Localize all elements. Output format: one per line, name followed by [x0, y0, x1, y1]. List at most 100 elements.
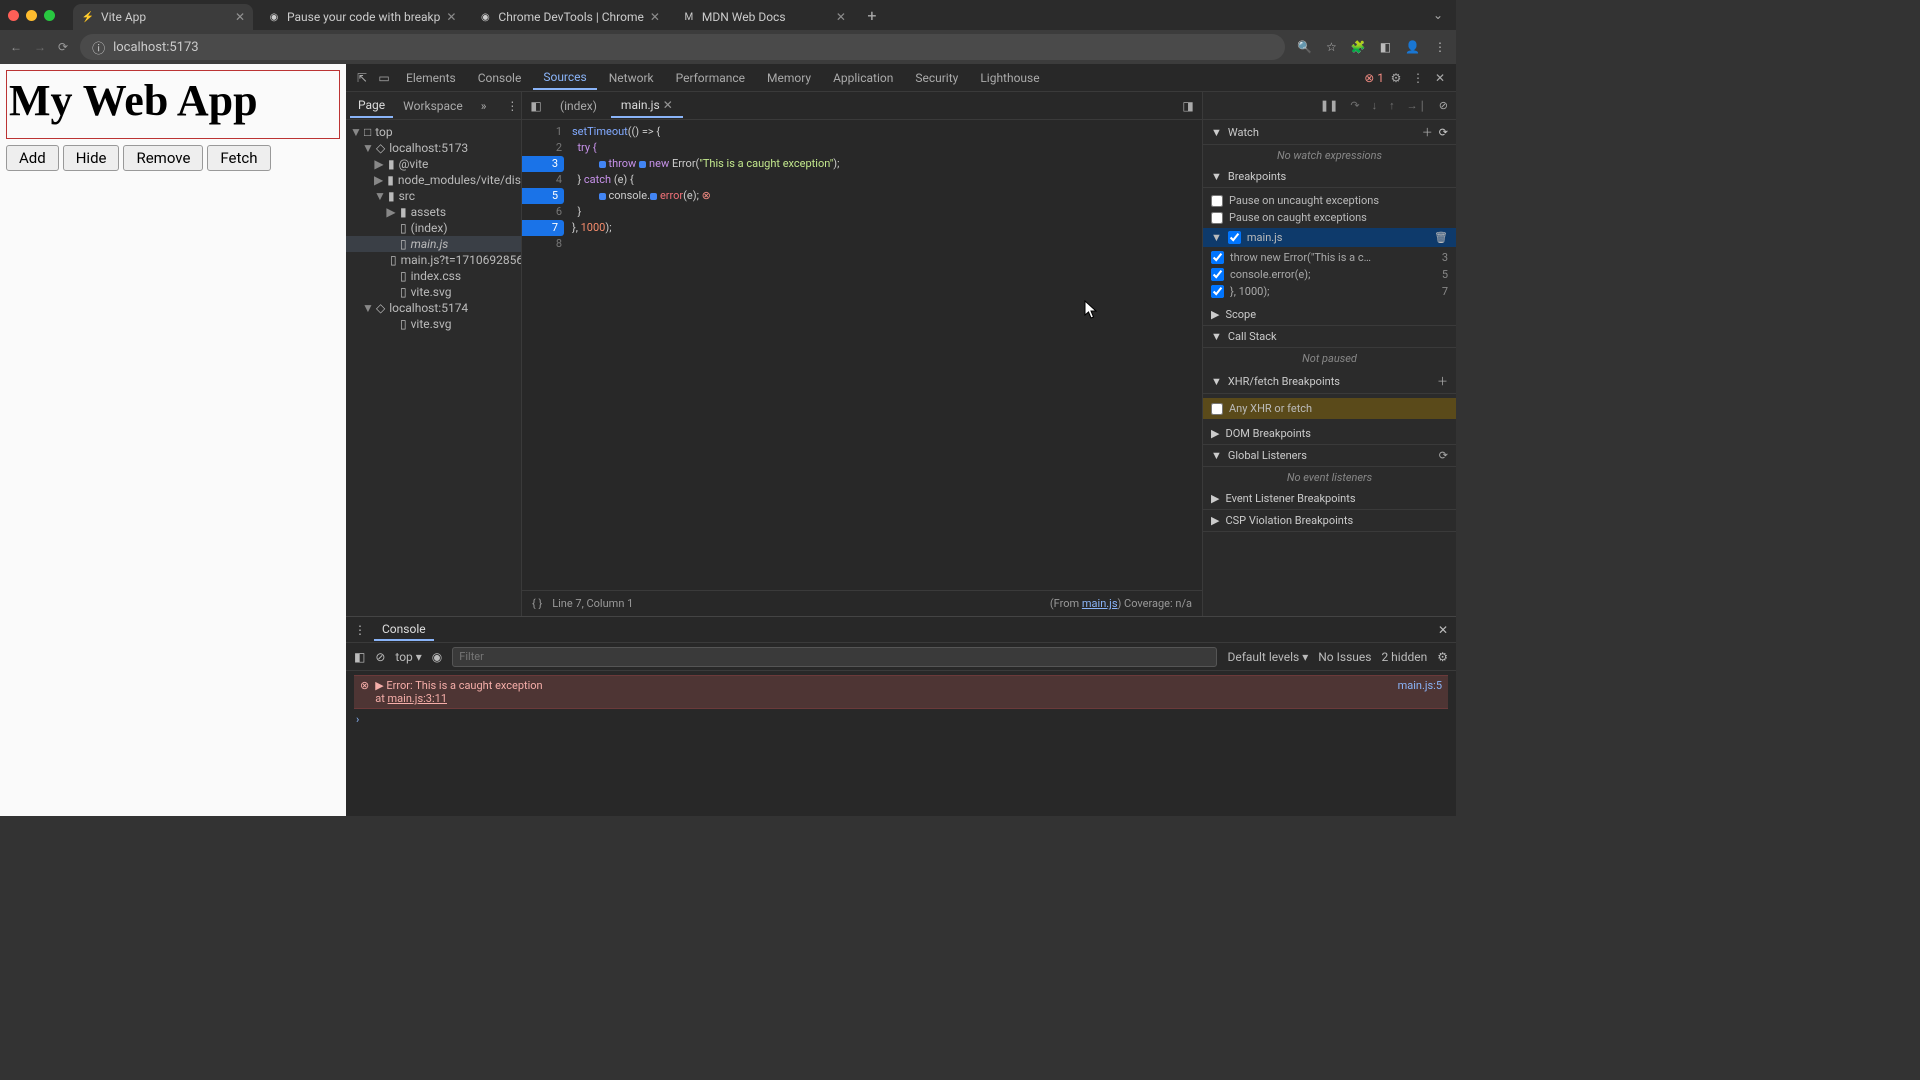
editor-tab-index[interactable]: (index): [550, 95, 607, 117]
error-badge[interactable]: ⊗ 1: [1364, 71, 1384, 85]
back-button[interactable]: ←: [10, 40, 22, 54]
tab-console[interactable]: Console: [468, 67, 532, 89]
console-filter-input[interactable]: [452, 647, 1217, 667]
zoom-icon[interactable]: 🔍: [1297, 40, 1312, 54]
callstack-section-header[interactable]: ▼ Call Stack: [1203, 326, 1456, 348]
tree-row[interactable]: ▯vite.svg: [346, 284, 521, 300]
tab-network[interactable]: Network: [599, 67, 664, 89]
breakpoint-item[interactable]: throw new Error("This is a c…3: [1211, 249, 1448, 266]
pause-caught-checkbox[interactable]: Pause on caught exceptions: [1211, 209, 1448, 226]
step-over-icon[interactable]: ↷: [1350, 99, 1359, 112]
reload-button[interactable]: ⟳: [58, 40, 68, 54]
pause-button[interactable]: ❚❚: [1320, 99, 1338, 112]
site-info-icon[interactable]: ⓘ: [92, 38, 105, 57]
drawer-tab-console[interactable]: Console: [374, 619, 434, 641]
fetch-button[interactable]: Fetch: [207, 145, 270, 171]
add-xhr-icon[interactable]: ＋: [1437, 373, 1448, 389]
nav-tab-page[interactable]: Page: [350, 94, 393, 118]
refresh-icon[interactable]: ⟳: [1439, 126, 1448, 139]
csp-bp-header[interactable]: ▶ CSP Violation Breakpoints: [1203, 510, 1456, 532]
nav-more-icon[interactable]: »: [473, 95, 495, 117]
nav-tab-workspace[interactable]: Workspace: [395, 95, 471, 117]
log-levels-selector[interactable]: Default levels ▾: [1227, 650, 1308, 664]
hide-button[interactable]: Hide: [63, 145, 120, 171]
tab-vite-app[interactable]: ⚡ Vite App ✕: [73, 4, 253, 30]
line-gutter[interactable]: 12345678: [522, 120, 568, 590]
close-devtools-icon[interactable]: ✕: [1430, 71, 1450, 85]
device-toolbar-icon[interactable]: ▭: [374, 71, 394, 85]
tree-row[interactable]: ▯main.js: [346, 236, 521, 252]
new-tab-button[interactable]: +: [860, 3, 884, 27]
close-tab-icon[interactable]: ✕: [235, 10, 245, 24]
tab-sources[interactable]: Sources: [533, 66, 596, 90]
tab-lighthouse[interactable]: Lighthouse: [970, 67, 1049, 89]
delete-icon[interactable]: 🗑: [1434, 231, 1448, 244]
tab-mdn[interactable]: M MDN Web Docs ✕: [674, 4, 854, 30]
deactivate-breakpoints-icon[interactable]: ⊘: [1439, 99, 1448, 112]
clear-console-icon[interactable]: ⊘: [375, 650, 385, 664]
editor-tab-mainjs[interactable]: main.js ✕: [611, 94, 683, 118]
breakpoints-section-header[interactable]: ▼ Breakpoints: [1203, 166, 1456, 188]
chevron-down-icon[interactable]: ⌄: [1428, 8, 1448, 22]
console-error-row[interactable]: ⊗ ▶ Error: This is a caught exception at…: [354, 675, 1448, 709]
breakpoint-item[interactable]: console.error(e);5: [1211, 266, 1448, 283]
add-watch-icon[interactable]: ＋: [1422, 124, 1433, 140]
breakpoint-file-row[interactable]: ▼ main.js🗑: [1203, 228, 1456, 247]
extensions-icon[interactable]: 🧩: [1351, 40, 1366, 54]
maximize-window-icon[interactable]: [44, 10, 55, 21]
step-into-icon[interactable]: ↓: [1372, 99, 1378, 112]
stack-link[interactable]: main.js:3:11: [388, 692, 447, 705]
bookmark-icon[interactable]: ☆: [1326, 40, 1337, 54]
step-icon[interactable]: →❘: [1407, 99, 1427, 112]
console-settings-icon[interactable]: ⚙: [1437, 650, 1448, 664]
tab-performance[interactable]: Performance: [666, 67, 755, 89]
console-prompt[interactable]: ›: [354, 709, 1448, 730]
tab-security[interactable]: Security: [905, 67, 968, 89]
toggle-sidebar-icon[interactable]: ◨: [1178, 99, 1198, 113]
sidebar-toggle-icon[interactable]: ◧: [354, 650, 365, 664]
tab-chrome-devtools[interactable]: ◉ Chrome DevTools | Chrome ✕: [470, 4, 667, 30]
side-panel-icon[interactable]: ◧: [1380, 40, 1391, 54]
watch-section-header[interactable]: ▼ Watch＋⟳: [1203, 120, 1456, 145]
tree-row[interactable]: ▼◇localhost:5173: [346, 140, 521, 156]
forward-button[interactable]: →: [34, 40, 46, 54]
menu-icon[interactable]: ⋮: [1434, 40, 1446, 54]
tab-application[interactable]: Application: [823, 67, 903, 89]
tree-row[interactable]: ▶▮assets: [346, 204, 521, 220]
context-selector[interactable]: top ▾: [395, 650, 421, 664]
global-listeners-header[interactable]: ▼ Global Listeners⟳: [1203, 445, 1456, 467]
any-xhr-checkbox[interactable]: Any XHR or fetch: [1203, 398, 1456, 419]
nav-menu-icon[interactable]: ⋮: [498, 95, 522, 117]
source-link[interactable]: main.js: [1082, 597, 1118, 610]
tree-row[interactable]: ▶▮node_modules/vite/dis: [346, 172, 521, 188]
pause-uncaught-checkbox[interactable]: Pause on uncaught exceptions: [1211, 192, 1448, 209]
tree-row[interactable]: ▯(index): [346, 220, 521, 236]
tab-pause-code[interactable]: ◉ Pause your code with breakp ✕: [259, 4, 464, 30]
tree-row[interactable]: ▯index.css: [346, 268, 521, 284]
settings-icon[interactable]: ⚙: [1386, 71, 1406, 85]
close-tab-icon[interactable]: ✕: [663, 98, 673, 112]
scope-section-header[interactable]: ▶ Scope: [1203, 304, 1456, 326]
toggle-navigator-icon[interactable]: ◧: [526, 99, 546, 113]
step-out-icon[interactable]: ↑: [1389, 99, 1395, 112]
close-tab-icon[interactable]: ✕: [650, 10, 660, 24]
live-expression-icon[interactable]: ◉: [432, 650, 442, 664]
more-icon[interactable]: ⋮: [1408, 71, 1428, 85]
format-icon[interactable]: { }: [532, 597, 542, 610]
refresh-icon[interactable]: ⟳: [1439, 449, 1448, 462]
breakpoint-item[interactable]: }, 1000);7: [1211, 283, 1448, 300]
drawer-menu-icon[interactable]: ⋮: [354, 623, 366, 637]
close-tab-icon[interactable]: ✕: [446, 10, 456, 24]
tab-memory[interactable]: Memory: [757, 67, 821, 89]
profile-icon[interactable]: 👤: [1405, 40, 1420, 54]
event-listener-bp-header[interactable]: ▶ Event Listener Breakpoints: [1203, 488, 1456, 510]
tree-row[interactable]: ▼□top: [346, 124, 521, 140]
url-input[interactable]: ⓘ localhost:5173: [80, 34, 1285, 60]
xhr-section-header[interactable]: ▼ XHR/fetch Breakpoints＋: [1203, 369, 1456, 394]
dom-breakpoints-header[interactable]: ▶ DOM Breakpoints: [1203, 423, 1456, 445]
code-area[interactable]: setTimeout(() => { try { throw new Error…: [568, 120, 1202, 590]
tree-row[interactable]: ▶▮@vite: [346, 156, 521, 172]
add-button[interactable]: Add: [6, 145, 59, 171]
hidden-count[interactable]: 2 hidden: [1381, 650, 1427, 664]
close-drawer-icon[interactable]: ✕: [1438, 623, 1448, 637]
